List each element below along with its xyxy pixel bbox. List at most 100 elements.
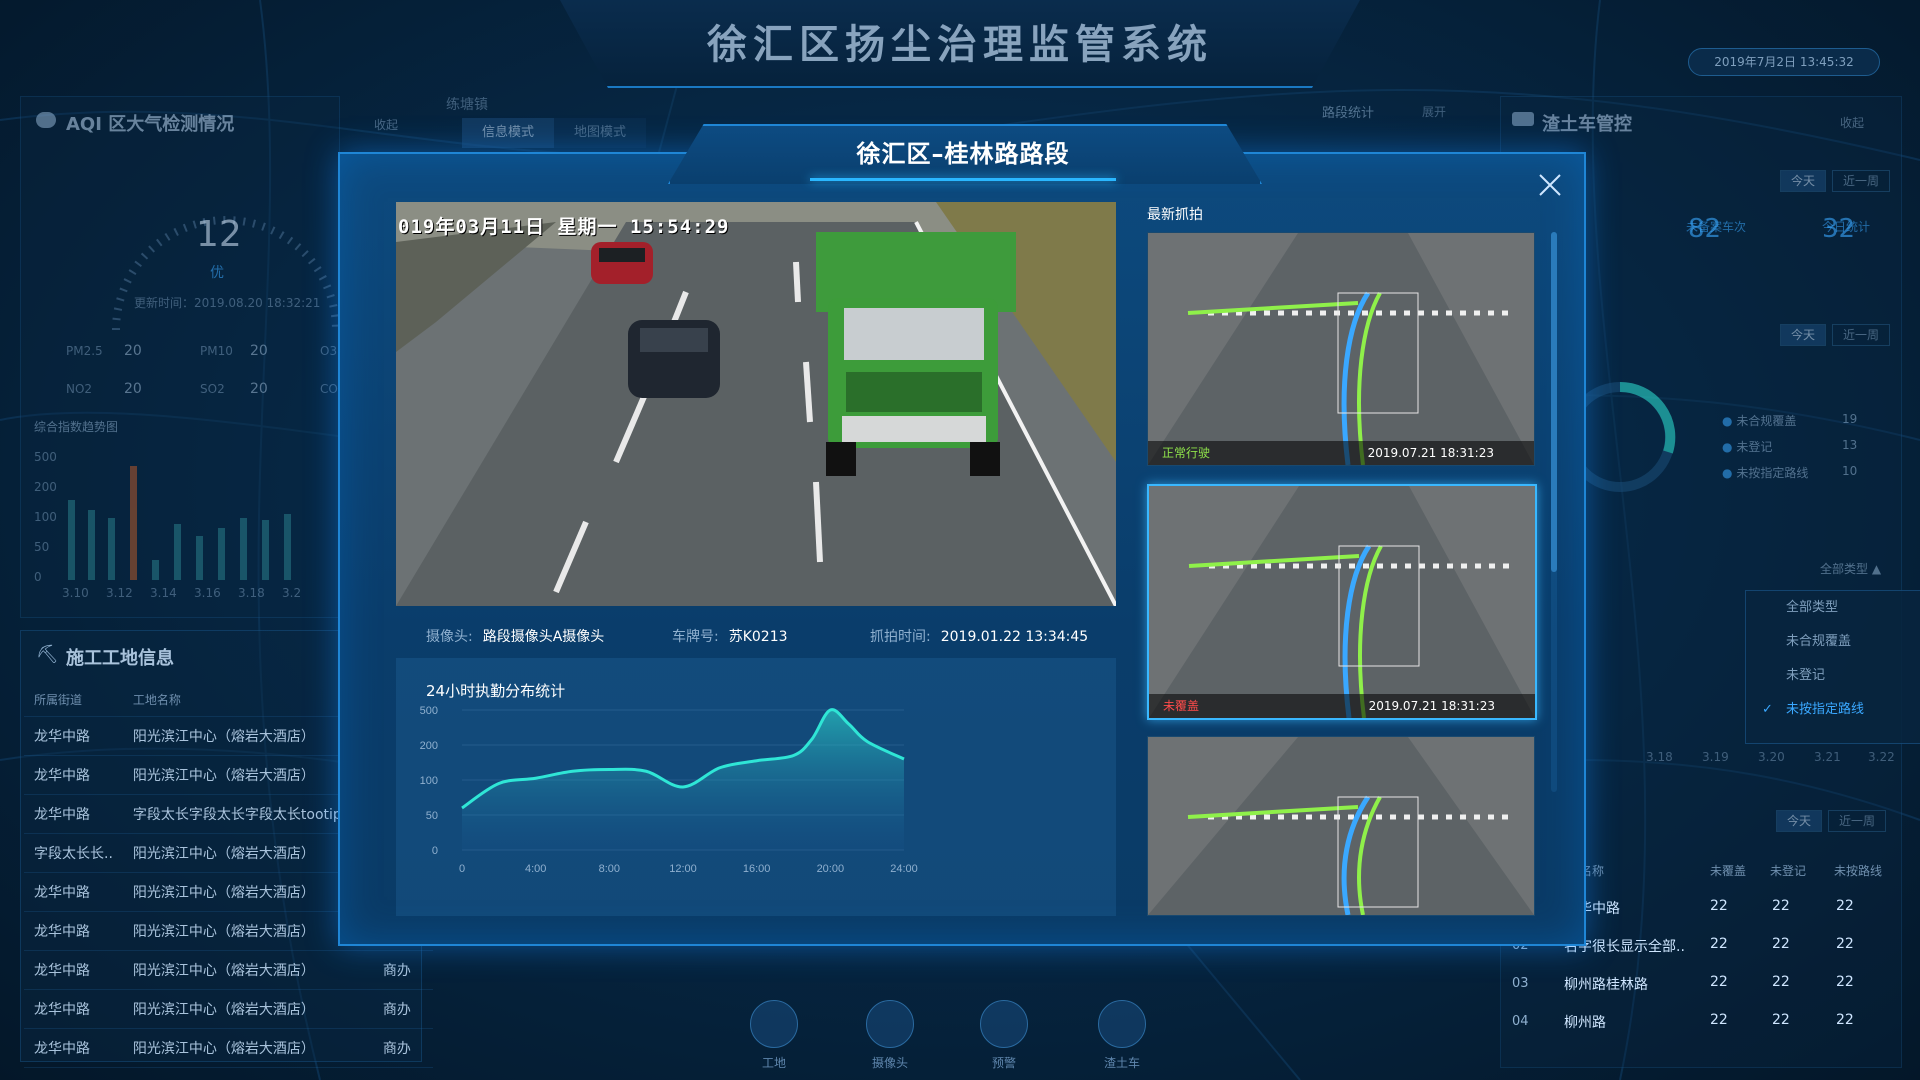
green-truck	[816, 232, 1016, 476]
site-name: 阳光滨江中心（熔岩大酒店）	[122, 755, 373, 795]
snapshot-image	[1148, 737, 1534, 915]
pm10-value: 20	[250, 343, 268, 359]
dropdown-option[interactable]: 全部类型	[1746, 591, 1920, 625]
site-type: 商办	[372, 989, 433, 1029]
so2-label: SO2	[200, 382, 225, 396]
x-tick-label: 12:00	[669, 863, 697, 875]
table-row[interactable]: 龙华中路 阳光滨江中心（熔岩大酒店） 商办	[24, 1028, 433, 1068]
nav-item-warning[interactable]: 预警	[964, 1000, 1044, 1071]
site-street: 龙华中路	[24, 989, 123, 1029]
road-table-col-b: 未登记	[1770, 864, 1807, 878]
trend-bar	[174, 524, 181, 580]
trend-bar	[240, 518, 247, 580]
nav-item-camera[interactable]: 摄像头	[850, 1000, 930, 1071]
snapshot-card[interactable]: 正常行驶 2019.07.21 18:31:23	[1147, 232, 1535, 466]
trend-x-tick: 3.18	[238, 586, 265, 600]
snapshot-card-selected[interactable]: 未覆盖 2019.07.21 18:31:23	[1147, 484, 1537, 720]
right-today-button-3[interactable]: 今天	[1776, 810, 1823, 832]
truck-nav-icon	[1098, 1000, 1146, 1048]
x-tick-label: 24:00	[890, 863, 918, 875]
trend-bar	[284, 514, 291, 580]
stat1-value: 82	[1688, 214, 1722, 244]
table-row[interactable]: 龙华中路 阳光滨江中心（熔岩大酒店） 商办	[24, 950, 433, 990]
y-tick-label: 500	[420, 706, 438, 717]
row-b: 22	[1772, 898, 1790, 914]
y-tick-label: 50	[426, 810, 438, 822]
row-a: 22	[1710, 936, 1728, 952]
close-icon[interactable]	[1537, 172, 1563, 198]
dropdown-option-selected[interactable]: ✓ 未按指定路线	[1746, 693, 1920, 727]
tab-map-mode[interactable]: 地图模式	[554, 118, 646, 148]
right-week-button-2[interactable]: 近一周	[1832, 324, 1891, 346]
type-filter-select[interactable]: 全部类型 ▲	[1820, 560, 1881, 577]
camera-value: 路段摄像头A摄像头	[482, 629, 605, 645]
nav-item-truck[interactable]: 渣土车	[1082, 1000, 1162, 1071]
nav-item-site[interactable]: 工地	[734, 1000, 814, 1071]
right-today-button[interactable]: 今天	[1780, 170, 1827, 192]
latest-snapshots-title: 最新抓拍	[1147, 207, 1203, 223]
duty-distribution-chart: 5002001005000 4:00 8:00 12:00 16:00 20:00 24:0…	[420, 706, 918, 875]
site-street: 龙华中路	[24, 950, 123, 990]
trend-y-tick: 100	[34, 510, 57, 524]
truck-collapse-button[interactable]: 收起	[1840, 114, 1864, 131]
table-row[interactable]: 04 柳州路 22 22 22	[1504, 1002, 1900, 1040]
dropdown-option[interactable]: 未合规覆盖	[1746, 625, 1920, 659]
y-tick-label: 200	[420, 740, 438, 752]
trend-title: 综合指数趋势图	[34, 420, 119, 434]
site-title: 施工工地信息	[66, 648, 174, 669]
caret-up-icon: ▲	[1871, 562, 1882, 576]
right-week-button-3[interactable]: 近一周	[1828, 810, 1887, 832]
y-tick-label: 100	[420, 775, 438, 787]
row-a: 22	[1710, 974, 1728, 990]
legend-label: 未合规覆盖	[1736, 414, 1797, 428]
site-street: 字段太长长..	[24, 833, 123, 873]
site-name: 阳光滨江中心（熔岩大酒店）	[122, 950, 373, 990]
type-filter-label: 全部类型	[1820, 562, 1869, 576]
site-name: 阳光滨江中心（熔岩大酒店）	[122, 911, 373, 951]
x-tick-label: 8:00	[599, 863, 620, 875]
snapshot-card[interactable]	[1147, 736, 1535, 916]
no2-value: 20	[124, 381, 142, 397]
dropdown-option-label: 未按指定路线	[1786, 702, 1865, 717]
legend-item: ● 未合规覆盖	[1722, 414, 1797, 428]
right-today-button-2[interactable]: 今天	[1780, 324, 1827, 346]
legend-label: 未登记	[1736, 440, 1773, 454]
aqi-collapse-button[interactable]: 收起	[374, 116, 398, 133]
plate-value: 苏K0213	[728, 629, 788, 645]
trend-x-tick: 3.14	[150, 586, 177, 600]
trend-x-tick: 3.2	[282, 586, 302, 600]
aqi-level: 优	[210, 265, 224, 281]
aqi-title: AQI 区大气检测情况	[66, 114, 235, 135]
plate-info: 车牌号: 苏K0213	[672, 626, 788, 646]
chart-title: 24小时执勤分布统计	[426, 682, 566, 700]
red-car	[591, 242, 653, 284]
road-table-col-c: 未按路线	[1834, 864, 1883, 878]
trend-bar	[262, 520, 269, 580]
warning-icon	[980, 1000, 1028, 1048]
road-stats-expand-button[interactable]: 展开	[1422, 103, 1446, 120]
right-week-button[interactable]: 近一周	[1832, 170, 1891, 192]
snapshot-caption: 正常行驶 2019.07.21 18:31:23	[1148, 441, 1534, 465]
stat2-value: 32	[1822, 214, 1856, 244]
line-x-tick: 3.20	[1758, 750, 1785, 764]
so2-value: 20	[250, 381, 268, 397]
trend-x-tick: 3.10	[62, 586, 89, 600]
tab-info-mode[interactable]: 信息模式	[462, 118, 554, 148]
trend-bar	[108, 518, 115, 580]
row-c: 22	[1836, 936, 1854, 952]
table-row[interactable]: 龙华中路 阳光滨江中心（熔岩大酒店） 商办	[24, 989, 433, 1029]
camera-video-feed[interactable]: 019年03月11日 星期一 15:54:29	[396, 202, 1116, 606]
site-name: 阳光滨江中心（熔岩大酒店）	[122, 989, 373, 1029]
dropdown-option[interactable]: 未登记	[1746, 659, 1920, 693]
legend-value: 19	[1842, 412, 1858, 426]
snapshot-image	[1149, 486, 1535, 718]
line-x-tick: 3.18	[1646, 750, 1673, 764]
trend-bar	[152, 560, 159, 580]
trend-y-tick: 50	[34, 540, 50, 554]
row-b: 22	[1772, 936, 1790, 952]
table-row[interactable]: 03 柳州路桂林路 22 22 22	[1504, 964, 1900, 1002]
aqi-value: 12	[196, 214, 242, 255]
map-place-label: 练塘镇	[446, 97, 488, 113]
snapshot-scrollbar-thumb[interactable]	[1551, 232, 1557, 572]
co-label: CO	[320, 382, 338, 396]
